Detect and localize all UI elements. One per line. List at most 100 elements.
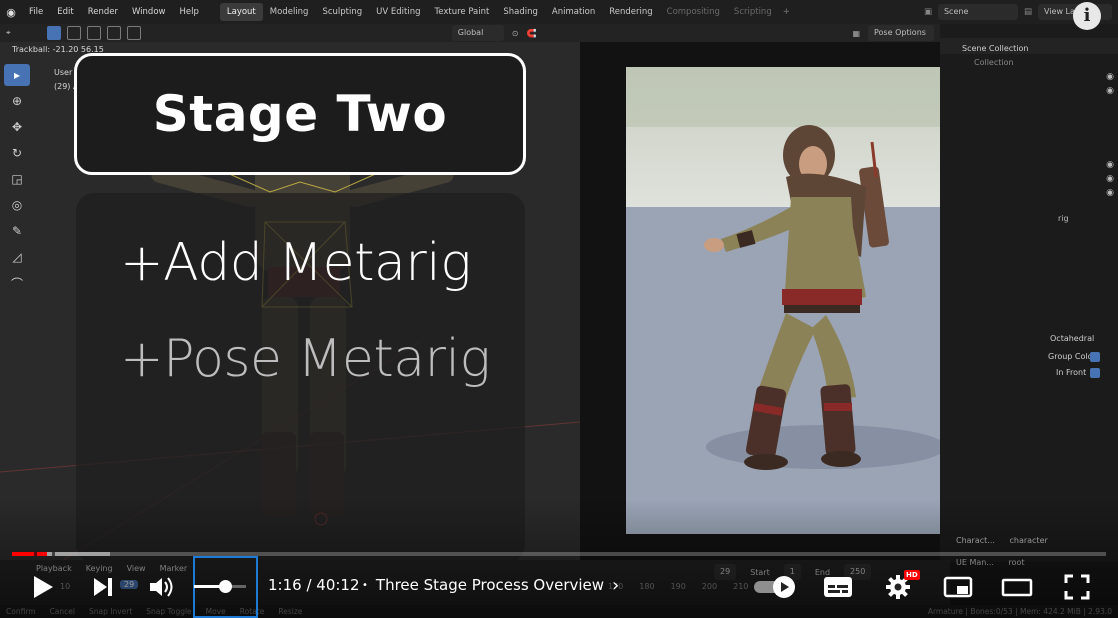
timeline-tick: 190 (670, 582, 686, 591)
subtitles-icon (824, 577, 852, 597)
subtitles-button[interactable] (822, 568, 854, 606)
view-layer-icon[interactable]: ▤ (1024, 7, 1032, 17)
menu-render[interactable]: Render (81, 7, 125, 17)
workspace-tab-shading[interactable]: Shading (496, 3, 545, 21)
scale-tool-icon[interactable]: ◲ (4, 168, 30, 190)
next-video-button[interactable] (90, 568, 116, 606)
custom-prop-value[interactable]: character (1009, 536, 1047, 545)
add-workspace-icon[interactable]: + (779, 7, 794, 17)
volume-icon (150, 577, 173, 597)
status-scene-stats: Armature | Bones:0/53 | Mem: 424.2 MiB |… (927, 607, 1112, 616)
autoplay-toggle[interactable] (752, 568, 798, 606)
custom-prop-row: Charact... character (956, 536, 1116, 545)
blender-statusbar: Confirm Cancel Snap Invert Snap Toggle M… (0, 605, 1118, 618)
visibility-eye-icon[interactable]: ◉ (1106, 174, 1114, 184)
snap-icon[interactable]: 🧲 (526, 29, 536, 38)
measure-tool-icon[interactable]: ◿ (4, 246, 30, 268)
chapter-marker (52, 552, 55, 556)
select-mode-subtract-icon[interactable] (86, 26, 101, 40)
playhead-frame-badge[interactable]: 29 (120, 580, 139, 589)
tool-shelf: ▸ ⊕ ✥ ↻ ◲ ◎ ✎ ◿ ⌒ (4, 64, 32, 294)
current-frame-field[interactable]: 29 (714, 564, 737, 580)
theater-mode-button[interactable] (1000, 568, 1034, 606)
timeline-tick: 180 (639, 582, 655, 591)
fullscreen-button[interactable] (1062, 568, 1092, 606)
workspace-tab-modeling[interactable]: Modeling (263, 3, 316, 21)
transform-orientation-select[interactable]: Global (451, 25, 504, 41)
menu-edit[interactable]: Edit (50, 7, 80, 17)
viewport-header: ⌖ Global ⊙ 🧲 ▦ Pose Options (0, 24, 940, 42)
workspace-tab-rendering[interactable]: Rendering (602, 3, 659, 21)
timeline-tick: 210 (733, 582, 749, 591)
cursor-tool-icon[interactable]: ⊕ (4, 90, 30, 112)
workspace-tab-texture-paint[interactable]: Texture Paint (428, 3, 497, 21)
progress-played (12, 552, 47, 556)
chapter-title-button[interactable]: • Three Stage Process Overview › (362, 576, 619, 594)
menu-file[interactable]: File (22, 7, 50, 17)
move-tool-icon[interactable]: ✥ (4, 116, 30, 138)
outliner-collection[interactable]: Collection (956, 56, 1014, 70)
workspace-tab-animation[interactable]: Animation (545, 3, 602, 21)
chevron-right-icon: › (612, 574, 620, 596)
workspace-tab-scripting[interactable]: Scripting (727, 3, 779, 21)
display-as-field[interactable]: Octahedral (1032, 332, 1094, 346)
editor-type-icon[interactable]: ⌖ (6, 28, 11, 38)
group-colors-check-icon[interactable] (1090, 352, 1100, 362)
rotate-tool-icon[interactable]: ↻ (4, 142, 30, 164)
video-progress-bar[interactable] (12, 552, 1106, 556)
in-front-checkbox[interactable]: In Front (1038, 366, 1086, 380)
workspace-tab-layout[interactable]: Layout (219, 3, 263, 21)
miniplayer-button[interactable] (942, 568, 974, 606)
workspace-tab-compositing[interactable]: Compositing (660, 3, 727, 21)
stage-title: Stage Two (152, 85, 448, 143)
play-icon (34, 576, 53, 598)
workspace-tab-uv-editing[interactable]: UV Editing (369, 3, 427, 21)
outliner-panel: Scene Collection Collection ◉ ◉ ◉ ◉ ◉ ri… (940, 24, 1118, 567)
select-tool-icon[interactable]: ▸ (4, 64, 30, 86)
chapter-dot-icon: • (362, 579, 368, 591)
annotate-tool-icon[interactable]: ✎ (4, 220, 30, 242)
custom-prop-key: UE Man... (956, 558, 994, 567)
select-mode-new-icon[interactable] (46, 26, 61, 40)
fullscreen-icon (1064, 574, 1090, 600)
custom-prop-value[interactable]: root (1009, 558, 1025, 567)
select-mode-invert-icon[interactable] (106, 26, 121, 40)
viewport-shading-icon[interactable]: ▦ (852, 29, 860, 38)
select-mode-extend-icon[interactable] (66, 26, 81, 40)
status-resize-hint: Resize (278, 607, 303, 616)
in-front-check-icon[interactable] (1090, 368, 1100, 378)
visibility-eye-icon[interactable]: ◉ (1106, 160, 1114, 170)
scene-icon[interactable]: ▣ (924, 7, 932, 17)
menu-help[interactable]: Help (172, 7, 205, 17)
step-add-metarig: +Add Metarig (120, 233, 471, 293)
autoplay-toggle-icon (754, 576, 795, 598)
custom-prop-row: UE Man... root (956, 558, 1116, 567)
info-card-button[interactable]: i (1073, 2, 1101, 30)
transform-tool-icon[interactable]: ◎ (4, 194, 30, 216)
stage-title-card: Stage Two (74, 53, 526, 175)
pivot-icon[interactable]: ⊙ (512, 29, 519, 38)
play-button[interactable] (28, 568, 58, 606)
status-cancel-hint: Cancel (49, 607, 75, 616)
time-display: 1:16 / 40:12 (268, 576, 360, 594)
status-confirm-hint: Confirm (6, 607, 36, 616)
visibility-eye-icon[interactable]: ◉ (1106, 188, 1114, 198)
volume-slider[interactable] (194, 580, 246, 593)
scene-field[interactable]: Scene (937, 4, 1018, 20)
pose-options-menu[interactable]: Pose Options (868, 25, 934, 41)
status-snap-toggle-hint: Snap Toggle (146, 607, 192, 616)
visibility-eye-icon[interactable]: ◉ (1106, 72, 1114, 82)
status-snap-invert-hint: Snap Invert (88, 607, 133, 616)
select-mode-intersect-icon[interactable] (126, 26, 141, 40)
workspace-tab-sculpting[interactable]: Sculpting (315, 3, 369, 21)
chapter-marker (34, 552, 37, 556)
blender-logo-icon[interactable]: ◉ (0, 6, 22, 19)
outliner-scene-collection[interactable]: Scene Collection (944, 42, 1029, 56)
menu-window[interactable]: Window (125, 7, 173, 17)
visibility-eye-icon[interactable]: ◉ (1106, 86, 1114, 96)
mute-button[interactable] (148, 568, 176, 606)
timeline-view-menu[interactable]: View (127, 564, 146, 573)
bend-tool-icon[interactable]: ⌒ (4, 272, 30, 294)
custom-prop-key: Charact... (956, 536, 995, 545)
stage-steps-card: +Add Metarig +Pose Metarig (76, 193, 525, 563)
